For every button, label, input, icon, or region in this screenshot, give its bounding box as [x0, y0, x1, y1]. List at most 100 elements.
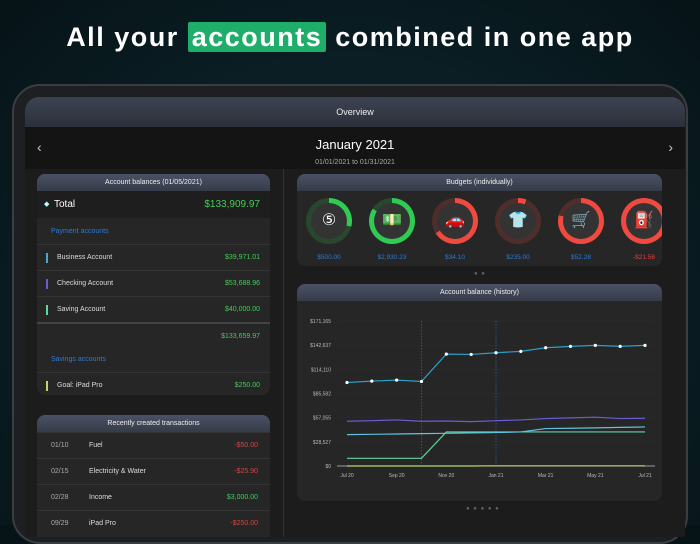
budget-spent: $235.00: [488, 254, 548, 261]
data-point: [569, 345, 572, 348]
data-point: [494, 351, 497, 354]
account-color-bar: [46, 253, 48, 263]
headline-text: All your: [66, 22, 179, 52]
transaction-row[interactable]: 09/29iPad Pro-$250.00: [37, 510, 270, 535]
account-color-bar: [46, 305, 48, 315]
transaction-name: Fuel: [89, 433, 103, 458]
budget-progress-ring: 🚗: [432, 198, 478, 244]
headline-highlight: accounts: [188, 22, 327, 52]
data-point: [594, 344, 597, 347]
transaction-amount: -$250.00: [230, 511, 258, 536]
headline-text: combined in one app: [335, 22, 634, 52]
payment-sum-row: $133,659.97: [37, 322, 270, 346]
x-tick-label: Mar 21: [538, 473, 554, 479]
account-color-bar: [46, 279, 48, 289]
car-icon: 🚗: [437, 203, 473, 239]
page-indicator[interactable]: ● ● ● ● ●: [466, 506, 500, 512]
budget-item[interactable]: 👕$235.00$250.00: [488, 192, 548, 266]
x-tick-label: Jul 20: [340, 473, 354, 479]
account-name: Business Account: [57, 254, 112, 261]
budget-item[interactable]: 💵$2,930.23$3,500.00: [362, 192, 422, 266]
x-tick-label: Nov 20: [438, 473, 454, 479]
card-title: Account balance (history): [297, 284, 662, 301]
budget-item[interactable]: 🛒$52.28$250.00: [551, 192, 611, 266]
transaction-date: 09/29: [51, 511, 69, 536]
total-label: Total: [54, 199, 75, 210]
payment-sum: $133,659.97: [221, 324, 260, 350]
total-value: $133,909.97: [204, 191, 260, 218]
divider: [283, 169, 284, 537]
data-point: [619, 345, 622, 348]
y-tick-label: $28,527: [313, 440, 331, 446]
account-name: Checking Account: [57, 280, 113, 287]
account-value: $53,688.96: [225, 271, 260, 297]
transaction-date: 02/28: [51, 485, 69, 510]
data-point: [643, 344, 646, 347]
budget-spent: $52.28: [551, 254, 611, 261]
x-tick-label: Sep 20: [389, 473, 405, 479]
card-title: Budgets (individually): [297, 174, 662, 191]
period-selector: ‹ January 2021 01/01/2021 to 01/31/2021 …: [25, 127, 685, 169]
data-point: [395, 379, 398, 382]
budget-spent: $34.10: [425, 254, 485, 261]
transaction-row[interactable]: 01/10 Fuel -$50.00: [37, 432, 270, 457]
balance-history-card: Account balance (history) $0$28,527$57,0…: [297, 284, 662, 501]
card-title: Account balances (01/05/2021): [37, 174, 270, 191]
budget-progress-ring: ⛽: [621, 198, 662, 244]
budget-progress-ring: 👕: [495, 198, 541, 244]
transactions-card: Recently created transactions 01/10 Fuel -…: [37, 415, 270, 537]
y-tick-label: $142,637: [310, 343, 331, 349]
date-range: 01/01/2021 to 01/31/2021: [25, 159, 685, 166]
x-tick-label: Jul 21: [638, 473, 652, 479]
transaction-row[interactable]: 02/15 Electricity & Water -$25.90: [37, 458, 270, 483]
account-name: Saving Account: [57, 306, 105, 313]
data-point: [470, 353, 473, 356]
account-row[interactable]: Saving Account $40,000.00: [37, 296, 270, 322]
budgets-card: Budgets (individually) ⑤$500.00$1,750.00…: [297, 174, 662, 266]
shirt-icon: 👕: [500, 203, 536, 239]
coins-icon: ⑤: [311, 203, 347, 239]
section-header: Payment accounts: [37, 218, 270, 244]
transaction-row[interactable]: 02/28Income$3,000.00: [37, 484, 270, 509]
data-point: [420, 380, 423, 383]
nav-title: Overview: [25, 97, 685, 127]
account-row[interactable]: Goal: iPad Pro$250.00: [37, 372, 270, 395]
transaction-date: 02/15: [51, 459, 69, 484]
account-color-bar: [46, 381, 48, 391]
y-tick-label: $0: [325, 464, 331, 470]
chevron-right-icon[interactable]: ›: [668, 139, 673, 155]
account-row[interactable]: Business Account$39,971.01: [37, 244, 270, 270]
fuel-icon: ⛽: [626, 203, 662, 239]
budget-progress-ring: 🛒: [558, 198, 604, 244]
budget-item[interactable]: ⑤$500.00$1,750.00: [299, 192, 359, 266]
balance-history-chart: $0$28,527$57,055$85,582$114,110$142,637$…: [297, 301, 662, 501]
data-point: [544, 346, 547, 349]
card-title: Recently created transactions: [37, 415, 270, 432]
transaction-amount: $3,000.00: [227, 485, 258, 510]
data-point: [370, 380, 373, 383]
account-balances-card: Account balances (01/05/2021) ◆ Total $1…: [37, 174, 270, 395]
transaction-date: 01/10: [51, 433, 69, 458]
budget-progress-ring: ⑤: [306, 198, 352, 244]
budget-item[interactable]: ⛽-$21.56$100.00: [614, 192, 662, 266]
budget-spent: $2,930.23: [362, 254, 422, 261]
app-screen: Overview ‹ January 2021 01/01/2021 to 01…: [25, 97, 685, 537]
budget-item[interactable]: 🚗$34.10$100.00: [425, 192, 485, 266]
headline: All your accounts combined in one app: [0, 22, 700, 53]
transaction-amount: -$50.00: [234, 433, 258, 458]
y-tick-label: $171,165: [310, 319, 331, 325]
transaction-amount: -$25.90: [234, 459, 258, 484]
account-value: $40,000.00: [225, 297, 260, 323]
total-row[interactable]: ◆ Total $133,909.97: [37, 191, 270, 218]
chevron-left-icon[interactable]: ‹: [37, 139, 42, 155]
account-row[interactable]: Checking Account $53,688.96: [37, 270, 270, 296]
y-tick-label: $114,110: [311, 367, 331, 373]
data-point: [445, 352, 448, 355]
page-indicator[interactable]: ● ●: [474, 271, 486, 277]
diamond-icon: ◆: [44, 191, 49, 218]
data-point: [519, 350, 522, 353]
x-tick-label: May 21: [587, 473, 604, 479]
transaction-name: Electricity & Water: [89, 459, 146, 484]
data-point: [345, 381, 348, 384]
budget-progress-ring: 💵: [369, 198, 415, 244]
